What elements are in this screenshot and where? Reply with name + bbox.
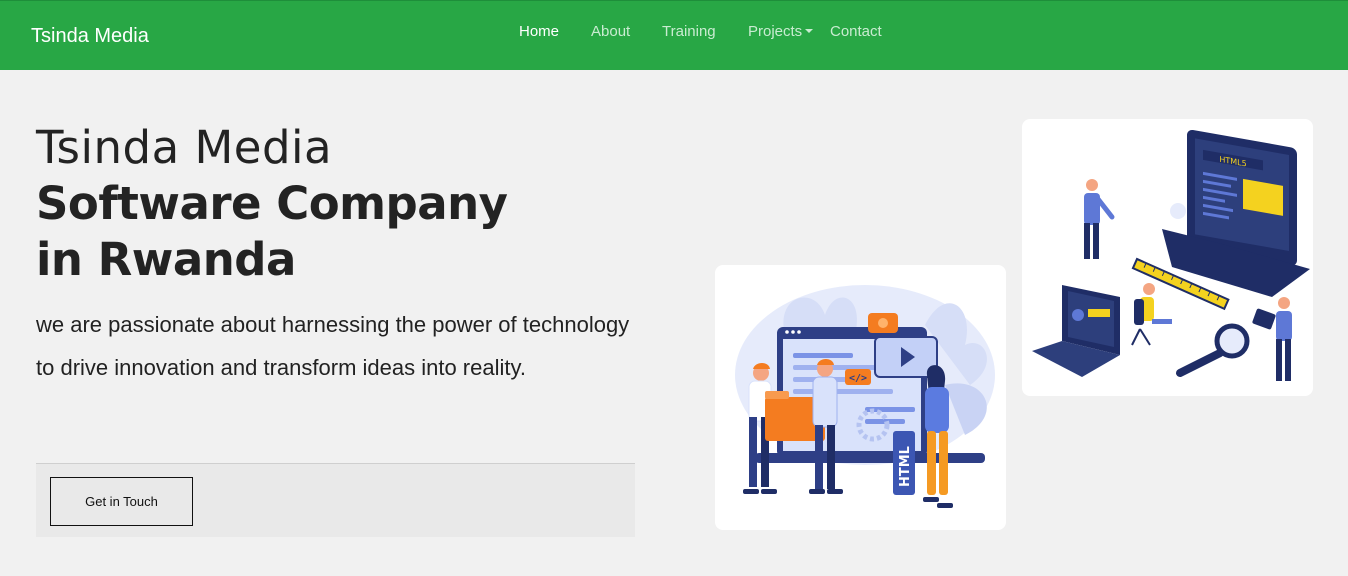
nav-link-contact[interactable]: Contact [830,23,882,40]
nav-link-about[interactable]: About [591,23,630,40]
team-illustration: </> HTML [735,285,995,508]
brand-link[interactable]: Tsinda Media [31,25,149,48]
html-sign-label: HTML [898,446,913,487]
chevron-down-icon [805,29,814,33]
code-tag-label: </> [849,373,867,384]
hero-tagline: we are passionate about harnessing the p… [36,312,630,380]
nav-link-home[interactable]: Home [519,23,559,40]
hero-title-line2: Software Company [36,177,508,230]
get-in-touch-button[interactable]: Get in Touch [50,477,193,526]
nav-link-projects[interactable]: Projects [748,23,814,40]
navbar: Tsinda Media Home About Training Project… [0,0,1348,70]
hero-title-line1: Tsinda Media [36,121,333,174]
cta-panel: Get in Touch [36,463,635,537]
developers-illustration-card: HTML5 [1022,119,1313,396]
nav-link-projects-label: Projects [748,23,803,40]
developers-illustration: HTML5 [1032,129,1310,381]
hero-title-line3: in Rwanda [36,233,296,286]
nav-link-training[interactable]: Training [662,23,716,40]
team-illustration-card: </> HTML [715,265,1006,530]
hero-title: Tsinda Media Software Company in Rwanda [36,120,508,288]
